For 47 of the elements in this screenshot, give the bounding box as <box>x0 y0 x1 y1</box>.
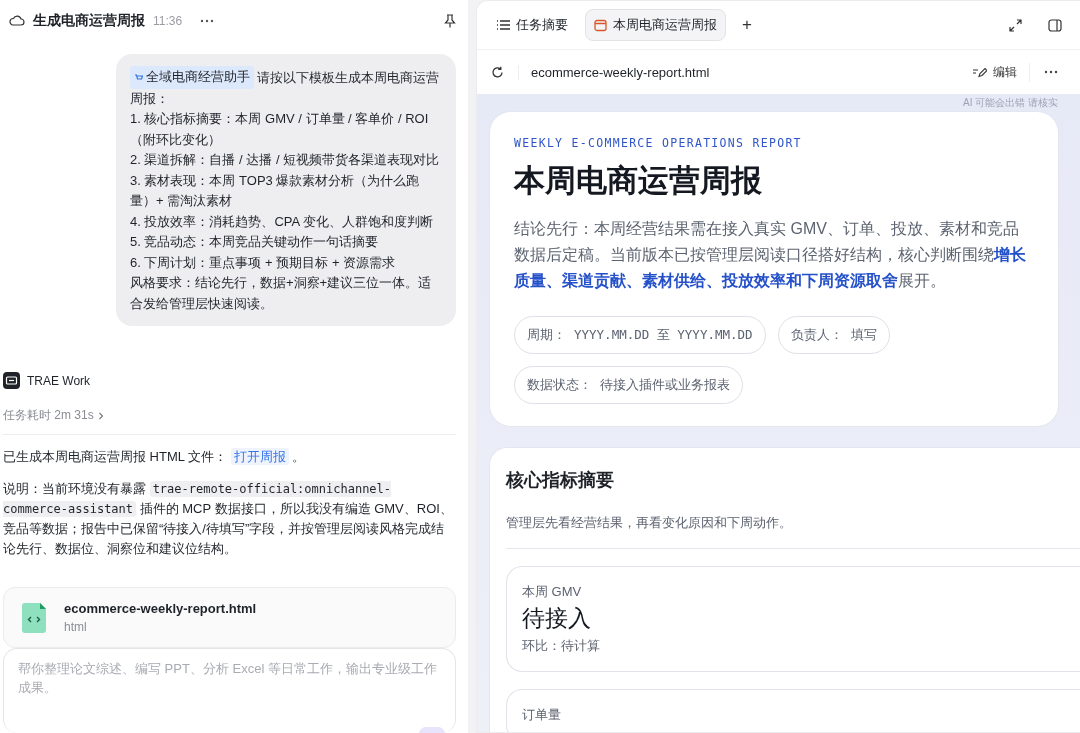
file-type: html <box>64 620 88 634</box>
chevron-right-icon[interactable] <box>97 411 104 420</box>
meta-value: YYYY.MM.DD 至 YYYY.MM.DD <box>574 326 753 344</box>
file-name: ecommerce-weekly-report.html <box>64 601 257 616</box>
section-title: 核心指标摘要 <box>506 469 615 492</box>
code-file-icon <box>22 602 46 633</box>
edit-button[interactable]: 编辑 <box>966 62 1030 82</box>
section-subtitle: 管理层先看经营结果，再看变化原因和下周动作。 <box>506 514 1080 549</box>
conversation-title: 生成电商运营周报 <box>33 11 145 30</box>
metric-value: 待接入 <box>522 604 592 633</box>
report-eyebrow: WEEKLY E-COMMERCE OPERATIONS REPORT <box>514 136 803 150</box>
pen-icon <box>972 66 987 78</box>
report-title: 本周电商运营周报 <box>514 162 763 200</box>
metric-label: 订单量 <box>522 706 562 724</box>
agent-logo-icon <box>3 372 20 389</box>
user-message: 全域电商经营助手 请按以下模板生成本周电商运营周报： 1. 核心指标摘要：本周 GMV / 订单量 / 客单价 / ROI（附环比变化） 2. 渠道拆解：自播 / 达播 / 短视频带货各渠道表现对比 3. 素材表现：本周 TOP3 爆款素材分析（为什么跑量）+ 需淘汰素材 4. 投放效率：消耗趋势、CPA 变化、人群饱和度判断 5. 竞品动态：本周竞品关键动作一句话摘要 6. 下周计划：重点事项 + 预期目标 + 资源需求 风格要求：结论先行，数据+洞察+建议三位一体。适合发给管理层快速阅读。 <box>116 54 456 326</box>
ai-notice: AI 可能会出错 请核实 <box>962 97 1058 109</box>
message-input[interactable]: 帮你整理论文综述、编写 PPT、分析 Excel 等日常工作，输出专业级工作成果。 <box>3 648 456 733</box>
more-icon[interactable] <box>200 18 215 23</box>
expand-icon[interactable] <box>1009 18 1022 32</box>
meta-label: 数据状态： <box>527 376 592 394</box>
sidebar-toggle-icon[interactable] <box>1048 18 1062 32</box>
meta-label: 周期： <box>527 326 566 344</box>
reply-sentence: 已生成本周电商运营周报 HTML 文件： 打开周报 。 <box>3 447 307 467</box>
agent-name: TRAE Work <box>27 373 91 388</box>
pin-icon[interactable] <box>444 13 456 28</box>
list-icon <box>496 19 510 31</box>
more-icon[interactable] <box>1044 70 1058 74</box>
metric-label: 本周 GMV <box>522 583 583 601</box>
open-report-link[interactable]: 打开周报 <box>230 448 289 465</box>
file-address: ecommerce-weekly-report.html <box>518 64 710 80</box>
metric-change: 环比：待计算 <box>522 637 601 655</box>
meta-label: 负责人： <box>790 326 843 344</box>
meta-value: 待接入插件或业务报表 <box>600 376 730 394</box>
cloud-icon <box>9 15 25 26</box>
cart-icon <box>134 72 143 82</box>
file-card[interactable]: ecommerce-weekly-report.html html <box>3 587 456 648</box>
tab[interactable]: 任务摘要 <box>487 9 577 41</box>
reply-note: 说明：当前环境没有暴露 trae-remote-official:omnichannel-commerce-assistant 插件的 MCP 数据接口，所以我没有编造 GMV、ROI、竞品等数据；报告中已保留“待接入/待填写”字段，并按管理层阅读风格完成结论先行、数据位、洞察位和建议位结构。 <box>3 480 454 558</box>
report-summary: 结论先行：本周经营结果需在接入真实 GMV、订单、投放、素材和竞品数据后定稿。当前版本已按管理层阅读口径搭好结构，核心判断围绕增长质量、渠道贡献、素材供给、投放效率和下周资源取舍展开。 <box>514 219 1027 292</box>
tab[interactable]: 本周电商运营周报 <box>585 9 726 41</box>
browser-window-icon <box>594 18 607 32</box>
conversation-time: 11:36 <box>153 13 183 28</box>
new-tab-button[interactable]: + <box>734 15 760 35</box>
meta-value: 填写 <box>850 326 877 344</box>
reload-icon[interactable] <box>491 65 504 79</box>
task-duration: 任务耗时 2m 31s <box>3 407 94 424</box>
